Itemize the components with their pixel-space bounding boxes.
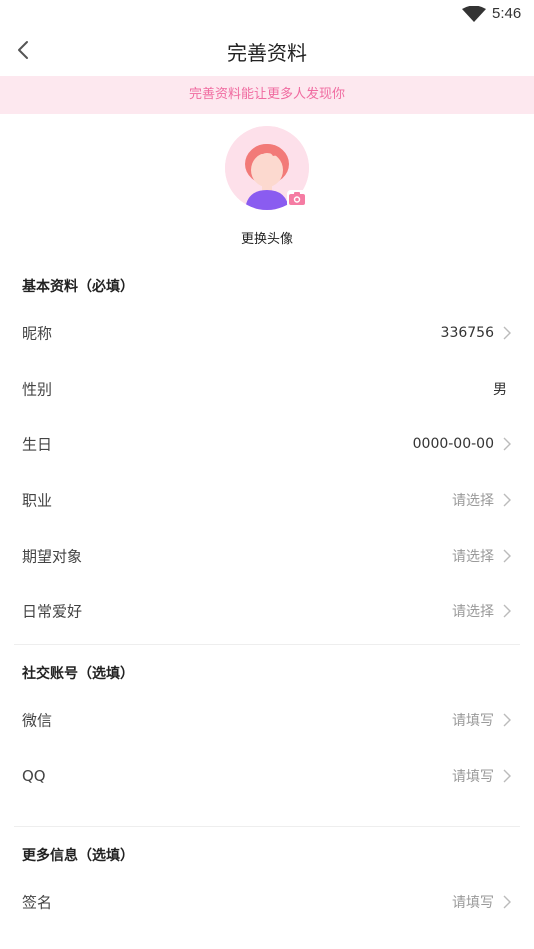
row-label: 微信 (22, 711, 53, 730)
row-value: 0000-00-00 (412, 436, 494, 452)
row-wechat[interactable]: 微信 请填写 (0, 692, 534, 748)
chevron-right-icon (503, 437, 511, 451)
row-label: QQ (22, 767, 46, 785)
row-nickname[interactable]: 昵称 336756 (0, 305, 534, 361)
chevron-right-icon (503, 895, 511, 909)
chevron-right-icon (503, 326, 511, 340)
status-bar: 5:46 (0, 0, 534, 28)
section-title-basic: 基本资料（必填） (22, 279, 134, 295)
row-signature[interactable]: 签名 请填写 (0, 874, 534, 930)
row-gender: 性别 男 (0, 361, 534, 417)
row-label: 期望对象 (22, 547, 83, 566)
row-value: 请选择 (452, 493, 494, 509)
chevron-right-icon (503, 549, 511, 563)
row-value: 请选择 (452, 604, 494, 620)
camera-icon (287, 190, 307, 208)
info-banner: 完善资料能让更多人发现你 (0, 76, 534, 114)
section-title-more: 更多信息（选填） (22, 848, 134, 864)
row-value: 请填写 (452, 713, 494, 729)
status-time: 5:46 (492, 5, 522, 22)
row-label: 性别 (22, 380, 53, 399)
chevron-right-icon (503, 769, 511, 783)
row-qq[interactable]: QQ 请填写 (0, 748, 534, 804)
section-title-social: 社交账号（选填） (22, 666, 134, 682)
row-label: 昵称 (22, 324, 53, 343)
row-hobbies[interactable]: 日常爱好 请选择 (0, 583, 534, 639)
section-divider (14, 826, 520, 827)
section-divider (14, 644, 520, 645)
row-label: 职业 (22, 491, 53, 510)
row-expected-partner[interactable]: 期望对象 请选择 (0, 528, 534, 584)
row-birthday[interactable]: 生日 0000-00-00 (0, 416, 534, 472)
row-value: 请选择 (452, 549, 494, 565)
page-title: 完善资料 (227, 41, 307, 65)
change-avatar-label[interactable]: 更换头像 (0, 228, 534, 247)
avatar-button[interactable] (225, 126, 309, 210)
row-label: 签名 (22, 893, 53, 912)
row-label: 日常爱好 (22, 602, 83, 621)
row-occupation[interactable]: 职业 请选择 (0, 472, 534, 528)
chevron-right-icon (503, 604, 511, 618)
chevron-right-icon (503, 713, 511, 727)
nav-bar: 完善资料 (0, 28, 534, 74)
row-label: 生日 (22, 435, 53, 454)
row-value: 男 (493, 382, 507, 398)
row-value: 请填写 (452, 895, 494, 911)
wifi-icon (462, 6, 486, 22)
row-value: 请填写 (452, 769, 494, 785)
row-value: 336756 (440, 325, 494, 341)
chevron-right-icon (503, 493, 511, 507)
